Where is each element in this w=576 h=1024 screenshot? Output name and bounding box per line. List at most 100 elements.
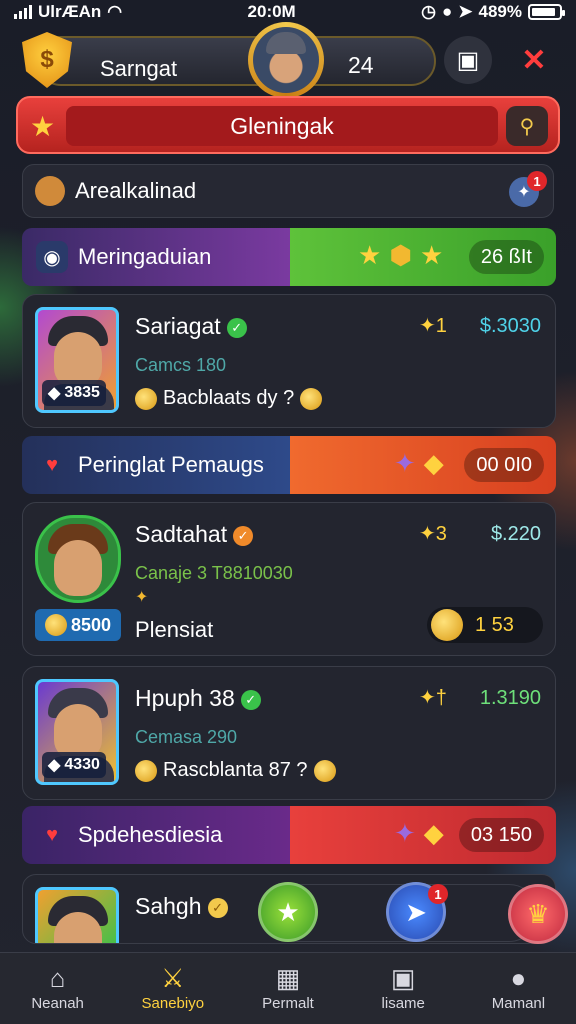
section-header[interactable]: Arealkalinad ✦ 1 [22, 164, 554, 218]
character-portrait: ◆ 3835 [35, 307, 119, 413]
card-detail-text: Plensiat [135, 617, 214, 642]
avatar-small-icon [35, 176, 65, 206]
star-icon: ★ [30, 111, 56, 142]
battery-percent: 489% [478, 2, 522, 21]
heart-icon: ♥ [46, 453, 58, 476]
send-icon: ➤ [405, 896, 427, 927]
card-detail-text: Bacblaats dy ? [163, 387, 295, 409]
camera-icon: ▣ [456, 46, 480, 74]
card-name: Sahgh [135, 893, 202, 919]
gem-icon: ✦ [394, 818, 416, 848]
category-right: ★ ⬢ ★ 26 ßIt [290, 228, 556, 286]
category-right: ✦ ◆ 00 0I0 [290, 436, 556, 494]
wifi-icon: ◠ [107, 2, 123, 21]
notification-badge: 1 [527, 171, 547, 191]
category-bar[interactable]: ◉ Meringaduian ★ ⬢ ★ 26 ßIt [22, 228, 556, 286]
swords-icon: ⚔ [161, 963, 185, 993]
main-panel: ★ Gleningak ⚲ Arealkalinad ✦ 1 ◉ Meringa… [16, 96, 560, 944]
card-name: Sariagat [135, 313, 221, 339]
camera-button[interactable]: ▣ [444, 36, 492, 84]
card-name-row: Sadtahat ✓ [135, 521, 254, 548]
diamond-icon: ◆ [423, 448, 444, 478]
coin-icon [135, 759, 157, 782]
verified-icon: ✓ [233, 526, 254, 546]
fab-green-button[interactable]: ★ [258, 882, 318, 942]
coin-icon [300, 387, 323, 410]
card-rank: ✦† [419, 687, 447, 709]
nav-item-bag[interactable]: ▣ lisame [346, 953, 461, 1024]
category-label: Meringaduian [78, 244, 212, 269]
card-price: $.220 [490, 523, 541, 545]
gem-icon: ◆ [48, 385, 61, 402]
nav-label: Permalt [262, 995, 314, 1012]
spark-icon: ✦ [135, 589, 149, 606]
verified-icon: ✓ [207, 898, 228, 918]
star-badge-icon: ★ [276, 896, 300, 927]
nav-label: lisame [381, 995, 425, 1012]
card-detail: Rascblanta 87 ? [135, 759, 336, 782]
category-reward: 00 0I0 [464, 448, 544, 482]
nav-item-profile[interactable]: ● Mamanl [461, 953, 576, 1024]
fab-profile-button[interactable]: ♛ [508, 884, 568, 944]
portrait-badge-value: 8500 [71, 614, 112, 635]
card-rank: ✦3 [419, 523, 447, 545]
character-portrait [35, 887, 119, 943]
nav-label: Sanebiyo [141, 995, 205, 1012]
mask-icon: ◉ [36, 241, 68, 273]
reward-icons: ✦ ◆ [394, 448, 444, 479]
carrier-label: UlrÆAn [38, 2, 102, 21]
signal-icon [14, 5, 32, 19]
close-icon: ✕ [521, 43, 547, 77]
section-title: Arealkalinad [75, 178, 197, 203]
bottom-nav: ⌂ Neanah ⚔ Sanebiyo ▦ Permalt ▣ lisame ●… [0, 952, 576, 1024]
nav-item-shop[interactable]: ▦ Permalt [230, 953, 345, 1024]
clock: 20:0M [247, 2, 296, 21]
card-price: $.3030 [479, 315, 541, 337]
reward-icons: ★ ⬢ ★ [358, 240, 443, 271]
portrait-badge: 8500 [35, 609, 122, 641]
coin-icon [313, 759, 336, 782]
nav-item-battle[interactable]: ⚔ Sanebiyo [115, 953, 230, 1024]
list-item[interactable]: 8500 Sadtahat ✓ ✦3 $.220 Canaje 3 T881003… [22, 502, 556, 656]
close-button[interactable]: ✕ [510, 36, 558, 84]
category-bar[interactable]: ♥ Spdehesdiesia ✦ ◆ 03 150 [22, 806, 556, 864]
card-name-row: Sariagat ✓ [135, 313, 247, 340]
card-name: Sadtahat [135, 521, 228, 547]
category-bar[interactable]: ♥ Peringlat Pemaugs ✦ ◆ 00 0I0 [22, 436, 556, 494]
coin-icon [431, 609, 463, 641]
bag-icon: ▣ [390, 963, 416, 993]
alarm-icon: ◷ [421, 2, 436, 21]
portrait-badge: ◆ 3835 [42, 380, 106, 406]
character-portrait: ◆ 4330 [35, 679, 119, 785]
card-subtitle: Camcs 180 [135, 355, 227, 375]
coin-reward-value: 1 53 [475, 613, 514, 636]
character-portrait [35, 515, 121, 603]
profile-pill[interactable]: Sarngat 24 [36, 36, 436, 86]
list-item[interactable]: ◆ 3835 Sariagat ✓ ✦1 $.3030 Camcs 180 Bac… [22, 294, 556, 428]
coin-reward[interactable]: 1 53 [427, 607, 543, 643]
coin-icon [45, 614, 67, 636]
card-detail-text: Rascblanta 87 ? [163, 759, 308, 781]
diamond-icon: ◆ [423, 818, 444, 848]
card-subtitle: Canaje 3 T8810030 [135, 563, 293, 583]
list-item[interactable]: ◆ 4330 Hpuph 38 ✓ ✦† 1.3190 Cemasa 290 Ra… [22, 666, 556, 800]
avatar[interactable] [248, 22, 324, 98]
card-name-row: Hpuph 38 ✓ [135, 685, 261, 712]
verified-icon: ✓ [226, 318, 247, 338]
coin-icon: ⬢ [389, 240, 413, 270]
nav-item-home[interactable]: ⌂ Neanah [0, 953, 115, 1024]
card-rank: ✦1 [419, 315, 447, 337]
star-icon: ★ [420, 240, 444, 270]
battery-icon [527, 4, 565, 20]
gem-icon: ✦ [394, 448, 416, 478]
dnd-icon: ● [441, 2, 453, 21]
category-reward: 26 ßIt [468, 240, 544, 274]
coin-icon [135, 387, 157, 410]
top-bar: Sarngat 24 $ ▣ ✕ [22, 22, 562, 98]
portrait-badge-value: 4330 [64, 756, 100, 773]
heart-icon: ♥ [46, 823, 58, 846]
category-label: Peringlat Pemaugs [78, 452, 264, 477]
search-input[interactable]: Gleningak [66, 106, 498, 146]
fab-badge: 1 [428, 884, 448, 904]
search-button[interactable]: ⚲ [506, 106, 548, 146]
